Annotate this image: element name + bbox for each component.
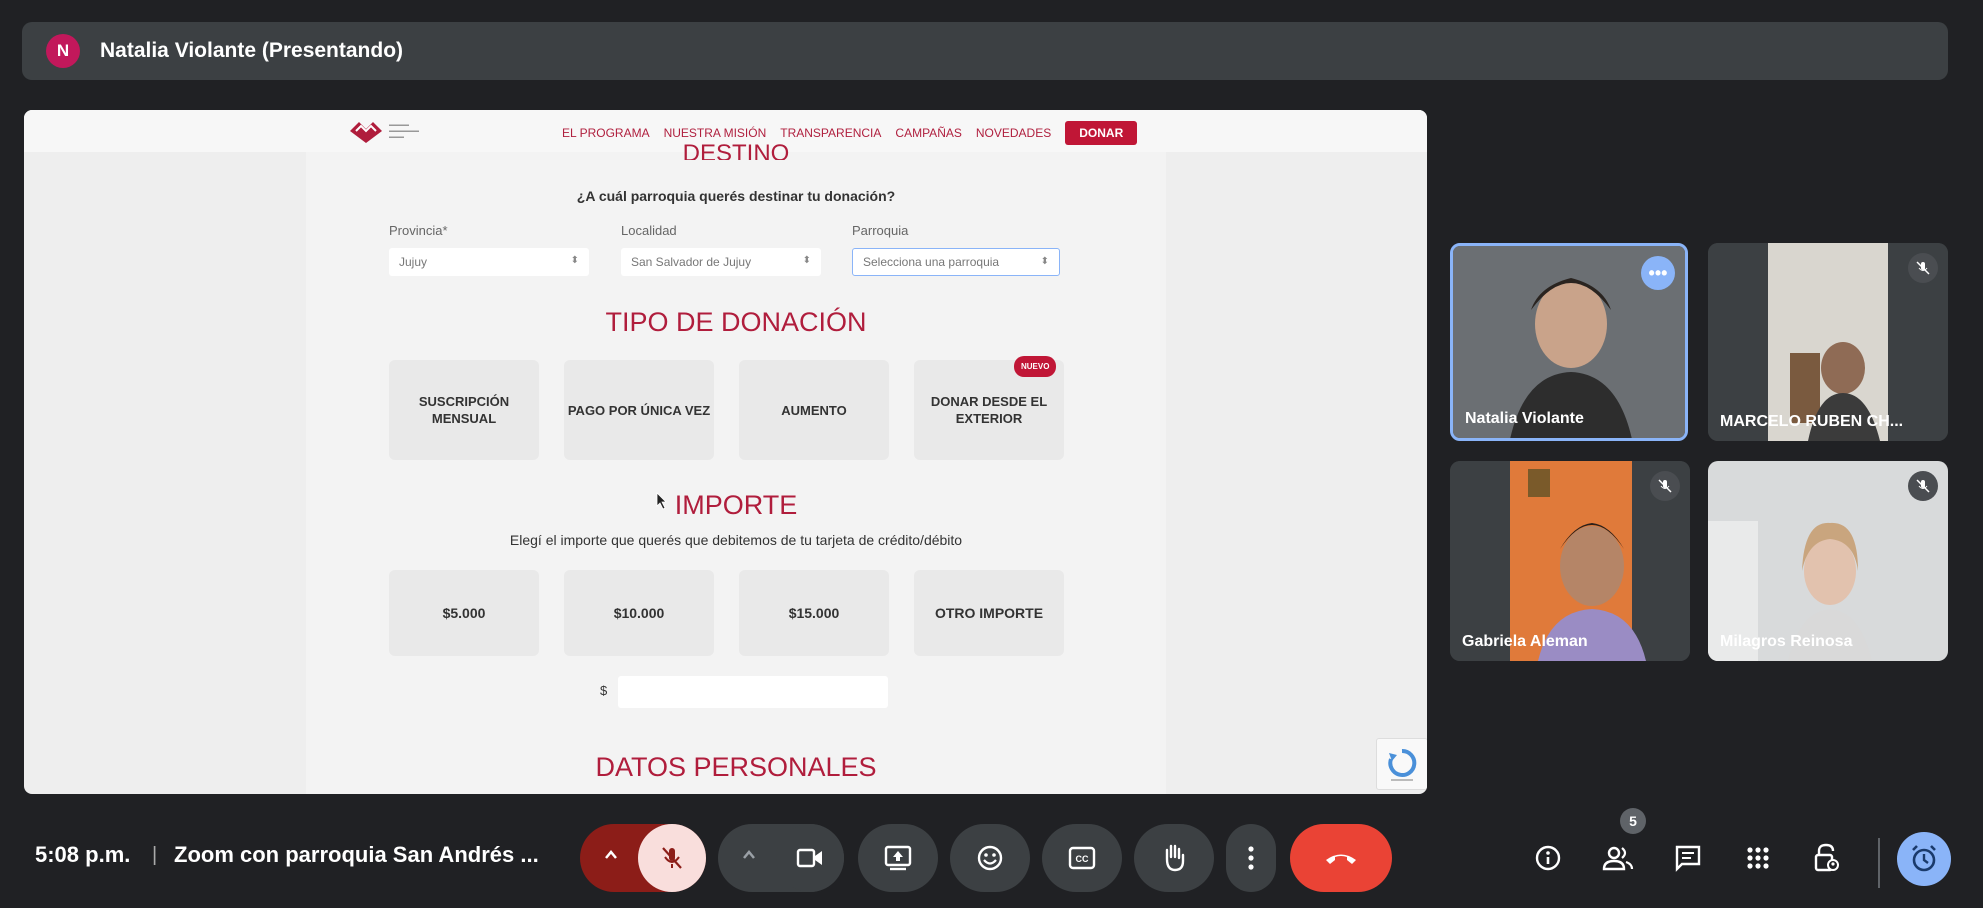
alarm-clock-icon: [1912, 845, 1936, 872]
present-screen-icon: [884, 845, 912, 871]
recaptcha-icon: [1388, 748, 1417, 781]
captions-icon: CC: [1068, 846, 1096, 870]
camera-control-group: [718, 824, 844, 892]
participant-tile-marcelo[interactable]: MARCELO RUBEN CH...: [1708, 243, 1948, 441]
camera-icon: [796, 848, 822, 868]
chat-icon: [1675, 845, 1701, 872]
participant-name: Milagros Reinosa: [1720, 633, 1853, 650]
people-icon: [1602, 846, 1634, 871]
currency-symbol: $: [600, 683, 608, 698]
recaptcha-badge[interactable]: [1376, 738, 1427, 790]
participant-count-badge: 5: [1620, 808, 1646, 834]
more-options-button[interactable]: [1226, 824, 1276, 892]
importe-subtitle: Elegí el importe que querés que debitemo…: [509, 532, 963, 548]
parroquia-select[interactable]: Selecciona una parroquia ⬍: [852, 248, 1060, 276]
provincia-select[interactable]: Jujuy ⬍: [389, 248, 589, 276]
reactions-button[interactable]: [950, 824, 1030, 892]
meeting-title: Zoom con parroquia San Andrés ...: [174, 842, 539, 867]
info-icon: [1535, 845, 1561, 871]
amount-input[interactable]: [618, 676, 888, 708]
people-button[interactable]: [1598, 838, 1638, 878]
mic-muted-icon: [1650, 471, 1680, 501]
leave-call-button[interactable]: [1290, 824, 1392, 892]
select-arrow-icon: ⬍: [802, 255, 811, 266]
nav-novedades[interactable]: NOVEDADES: [976, 126, 1051, 140]
camera-options-chevron-icon[interactable]: [740, 846, 758, 869]
participant-name: MARCELO RUBEN CH...: [1720, 413, 1904, 430]
timer-button[interactable]: [1897, 832, 1951, 886]
logo-text-lines: ▬▬▬▬ ▬▬▬▬▬▬ ▬▬▬: [389, 122, 419, 140]
present-screen-button[interactable]: [858, 824, 938, 892]
select-arrow-icon: ⬍: [570, 255, 579, 266]
separator: |: [152, 844, 158, 866]
emoji-icon: [977, 845, 1003, 871]
chat-button[interactable]: [1668, 838, 1708, 878]
presenter-bar: N Natalia Violante (Presentando): [22, 22, 1948, 80]
mic-muted-icon: [1908, 253, 1938, 283]
destino-question: ¿A cuál parroquia querés destinar tu don…: [576, 188, 896, 204]
camera-button[interactable]: [776, 824, 844, 892]
nav-el-programa[interactable]: EL PROGRAMA: [562, 126, 650, 140]
more-options-icon[interactable]: •••: [1641, 256, 1675, 290]
destino-heading: DESTINO: [682, 140, 790, 160]
nav-nuestra-mision[interactable]: NUESTRA MISIÓN: [664, 126, 767, 140]
hang-up-icon: [1326, 854, 1356, 864]
participant-tile-milagros[interactable]: Milagros Reinosa: [1708, 461, 1948, 661]
activities-button[interactable]: [1738, 838, 1778, 878]
raise-hand-button[interactable]: [1134, 824, 1214, 892]
tipo-aumento-card[interactable]: AUMENTO: [739, 360, 889, 460]
nuevo-badge: NUEVO: [1014, 356, 1057, 377]
localidad-select[interactable]: San Salvador de Jujuy ⬍: [621, 248, 821, 276]
toolbar-divider: [1878, 838, 1880, 888]
localidad-label: Localidad: [621, 223, 677, 238]
host-controls-button[interactable]: [1806, 838, 1846, 878]
tipo-donacion-heading: TIPO DE DONACIÓN: [605, 307, 867, 337]
select-arrow-icon: ⬍: [1040, 256, 1049, 267]
raise-hand-icon: [1165, 844, 1185, 872]
amount-10000-card[interactable]: $10.000: [564, 570, 714, 656]
svg-text:CC: CC: [1076, 854, 1089, 864]
meeting-info-button[interactable]: [1528, 838, 1568, 878]
importe-heading: IMPORTE: [674, 490, 798, 520]
clock: 5:08 p.m.: [35, 842, 131, 867]
datos-personales-heading: DATOS PERSONALES: [595, 752, 877, 782]
tipo-pago-unico-card[interactable]: PAGO POR ÚNICA VEZ: [564, 360, 714, 460]
participant-tile-gabriela[interactable]: Gabriela Aleman: [1450, 461, 1690, 661]
presenter-label: Natalia Violante (Presentando): [100, 39, 404, 62]
captions-button[interactable]: CC: [1042, 824, 1122, 892]
participant-name: Gabriela Aleman: [1462, 633, 1588, 650]
parroquia-value: Selecciona una parroquia: [863, 255, 1000, 269]
amount-5000-card[interactable]: $5.000: [389, 570, 539, 656]
mic-off-icon: [662, 847, 682, 869]
lock-person-icon: [1814, 843, 1839, 872]
nav-transparencia[interactable]: TRANSPARENCIA: [780, 126, 881, 140]
presenter-avatar: N: [46, 34, 80, 68]
mic-options-chevron-icon[interactable]: [602, 846, 620, 869]
amount-otro-card[interactable]: OTRO IMPORTE: [914, 570, 1064, 656]
mic-muted-icon: [1908, 471, 1938, 501]
participant-name: Natalia Violante: [1465, 410, 1584, 427]
meeting-controls: 5:08 p.m. | Zoom con parroquia San André…: [0, 820, 1983, 908]
amount-15000-card[interactable]: $15.000: [739, 570, 889, 656]
provincia-value: Jujuy: [399, 255, 428, 269]
participant-tile-natalia[interactable]: ••• Natalia Violante: [1450, 243, 1688, 441]
mic-off-button[interactable]: [638, 824, 706, 892]
more-vertical-icon: [1248, 846, 1254, 870]
tipo-suscripcion-card[interactable]: SUSCRIPCIÓN MENSUAL: [389, 360, 539, 460]
provincia-label: Provincia*: [389, 223, 448, 238]
nav-campanas[interactable]: CAMPAÑAS: [895, 126, 961, 140]
mic-control-group: [580, 824, 706, 892]
shared-screen: ▬▬▬▬ ▬▬▬▬▬▬ ▬▬▬ EL PROGRAMA NUESTRA MISIÓN…: [24, 110, 1427, 794]
parroquia-label: Parroquia: [852, 223, 909, 238]
apps-grid-icon: [1747, 847, 1769, 869]
mouse-cursor-icon: [656, 492, 667, 510]
localidad-value: San Salvador de Jujuy: [631, 255, 752, 269]
